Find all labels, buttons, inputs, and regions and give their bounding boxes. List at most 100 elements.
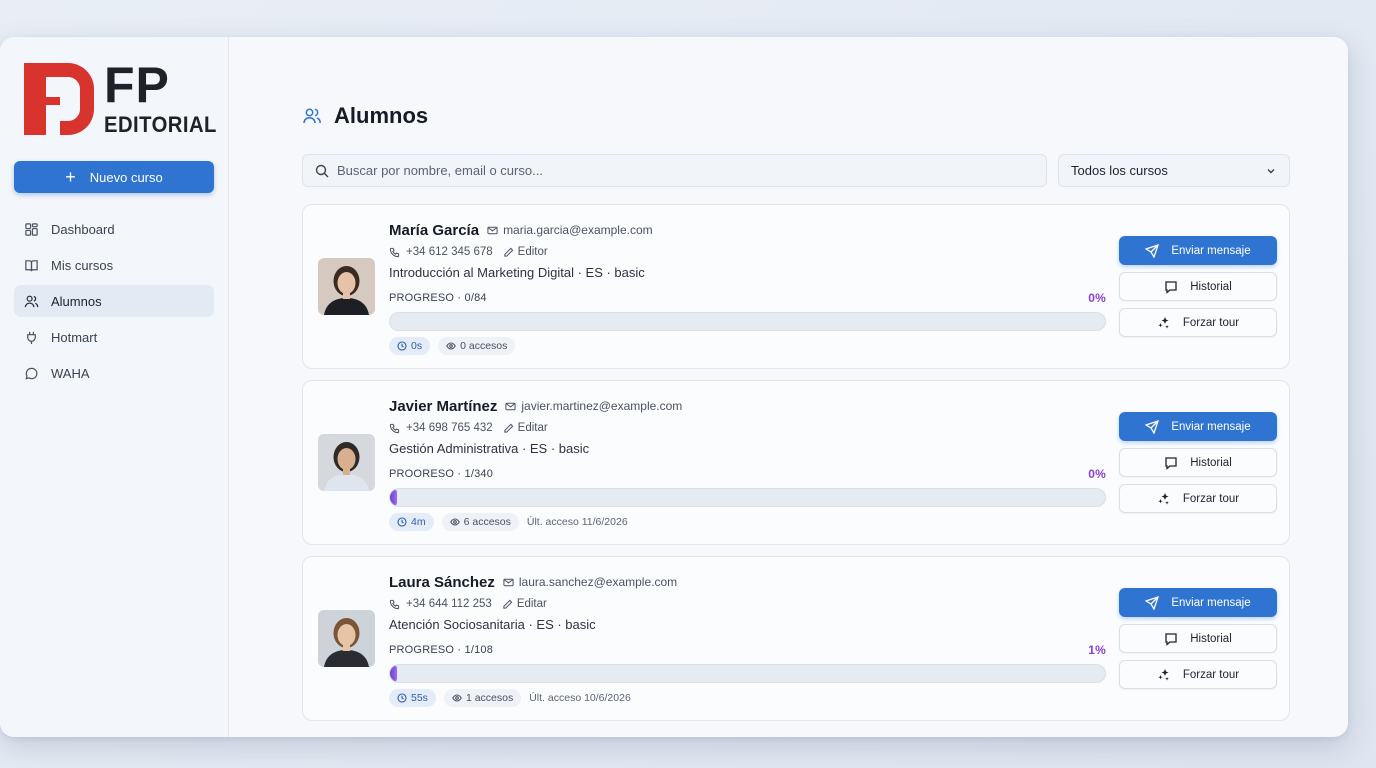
- student-actions: Enviar mensaje Historial Forzar tour: [1119, 236, 1277, 344]
- send-message-button[interactable]: Enviar mensaje: [1119, 236, 1277, 265]
- sparkles-icon: [1158, 668, 1169, 681]
- access-count: 0 accesos: [460, 340, 508, 352]
- send-message-label: Enviar mensaje: [1171, 420, 1251, 433]
- mail-icon: [503, 578, 514, 586]
- force-tour-button[interactable]: Forzar tour: [1119, 484, 1277, 513]
- search-bar[interactable]: [302, 154, 1047, 187]
- phone-icon: [389, 599, 400, 609]
- sidebar-item-label: Mis cursos: [51, 257, 114, 273]
- student-email-text: javier.martinez@example.com: [521, 399, 683, 413]
- course-filter-select[interactable]: Todos los cursos: [1058, 154, 1290, 187]
- student-email-text: maria.garcia@example.com: [503, 223, 653, 237]
- history-label: Historial: [1190, 280, 1232, 293]
- users-icon: [24, 295, 39, 307]
- sidebar-item-label: Hotmart: [51, 329, 98, 345]
- force-tour-label: Forzar tour: [1182, 668, 1240, 681]
- clock-icon: [397, 693, 407, 703]
- progress-bar-fill: [390, 665, 398, 682]
- access-count: 1 accesos: [465, 692, 514, 704]
- access-badge: 0 accesos: [438, 337, 516, 355]
- progress-bar: [389, 488, 1106, 507]
- mail-icon: [487, 226, 498, 234]
- pencil-icon: [503, 599, 513, 609]
- mail-icon: [505, 402, 516, 410]
- sparkles-icon: [1158, 316, 1169, 329]
- sidebar-item-alumnos[interactable]: Alumnos: [14, 285, 214, 317]
- send-message-button[interactable]: Enviar mensaje: [1119, 588, 1277, 617]
- send-message-button[interactable]: Enviar mensaje: [1119, 412, 1277, 441]
- student-email: laura.sanchez@example.com: [503, 575, 677, 589]
- student-phone: +34 612 345 678: [406, 246, 493, 258]
- time-value: 0s: [411, 340, 423, 352]
- course-filter-value: Todos los cursos: [1071, 163, 1168, 178]
- last-access: Últ. acceso 10/6/2026: [529, 692, 631, 704]
- brand-logo[interactable]: FP EDITORIAL: [24, 57, 217, 139]
- sidebar-item-hotmart[interactable]: Hotmart: [14, 321, 214, 353]
- sidebar-item-mis-cursos[interactable]: Mis cursos: [14, 249, 214, 281]
- avatar-photo: [318, 258, 375, 315]
- history-label: Historial: [1190, 456, 1232, 469]
- logo-editorial-text: EDITORIAL: [104, 112, 217, 137]
- progress-label: PROGRESO · 0/84: [389, 292, 487, 304]
- history-button[interactable]: Historial: [1119, 448, 1277, 477]
- student-meta: 55s 1 accesos Últ. acceso 10/6/2026: [389, 689, 1106, 707]
- force-tour-button[interactable]: Forzar tour: [1119, 660, 1277, 689]
- sidebar-item-label: Dashboard: [51, 221, 115, 237]
- book-icon: [25, 259, 38, 271]
- sidebar-item-dashboard[interactable]: Dashboard: [14, 213, 214, 245]
- sidebar-item-waha[interactable]: WAHA: [14, 357, 214, 389]
- time-value: 55s: [411, 692, 428, 704]
- time-value: 4m: [411, 516, 426, 528]
- student-email: maria.garcia@example.com: [487, 223, 653, 237]
- message-square-icon: [1165, 280, 1177, 294]
- student-course: Atención Sociosanitaria · ES · basic: [389, 617, 596, 632]
- main-content: Alumnos Todos los cursos María García: [230, 37, 1348, 737]
- access-badge: 6 accesos: [441, 513, 519, 531]
- pencil-icon: [503, 247, 513, 257]
- send-message-label: Enviar mensaje: [1171, 596, 1251, 609]
- clock-icon: [397, 517, 407, 527]
- force-tour-button[interactable]: Forzar tour: [1119, 308, 1277, 337]
- page-title: Alumnos: [334, 103, 429, 128]
- sidebar: FP EDITORIAL + Nuevo curso Dashboard Mis…: [0, 37, 229, 737]
- send-message-label: Enviar mensaje: [1171, 244, 1251, 257]
- time-badge: 4m: [389, 513, 434, 531]
- logo-fp-text: FP: [104, 57, 170, 113]
- pencil-icon: [503, 423, 513, 433]
- eye-icon: [446, 342, 456, 350]
- chevron-down-icon: [1267, 168, 1275, 173]
- progress-label: PROGRESO · 1/108: [389, 644, 494, 656]
- progress-percent: 0%: [1088, 291, 1106, 305]
- last-access: Últ. acceso 11/6/2026: [526, 516, 628, 528]
- student-actions: Enviar mensaje Historial Forzar tour: [1119, 588, 1277, 696]
- eye-icon: [449, 518, 460, 526]
- student-course: Gestión Administrativa · ES · basic: [389, 441, 590, 456]
- student-name: María García: [389, 221, 480, 239]
- message-square-icon: [1165, 456, 1177, 470]
- page-header: Alumnos: [302, 103, 428, 129]
- new-course-button[interactable]: + Nuevo curso: [14, 161, 214, 193]
- history-label: Historial: [1190, 632, 1232, 645]
- history-button[interactable]: Historial: [1119, 272, 1277, 301]
- edit-link[interactable]: Editar: [502, 598, 547, 610]
- access-count: 6 accesos: [463, 516, 511, 528]
- edit-label: Editar: [516, 598, 547, 610]
- edit-link[interactable]: Editar: [503, 422, 548, 434]
- fp-logo-mark-icon: [24, 63, 94, 135]
- time-badge: 55s: [389, 689, 436, 707]
- access-badge: 1 accesos: [443, 689, 522, 707]
- student-info: Laura Sánchez laura.sanchez@example.com …: [389, 571, 1106, 707]
- sidebar-item-label: WAHA: [51, 365, 90, 381]
- edit-link[interactable]: Editor: [503, 246, 548, 258]
- student-phone: +34 698 765 432: [406, 422, 493, 434]
- student-card: Javier Martínez javier.martinez@example.…: [302, 380, 1290, 545]
- send-icon: [1145, 595, 1160, 610]
- student-info: María García maria.garcia@example.com +3…: [389, 219, 1106, 355]
- avatar: [318, 258, 375, 315]
- student-info: Javier Martínez javier.martinez@example.…: [389, 395, 1106, 531]
- student-card: Laura Sánchez laura.sanchez@example.com …: [302, 556, 1290, 721]
- message-square-icon: [1165, 632, 1177, 646]
- history-button[interactable]: Historial: [1119, 624, 1277, 653]
- avatar-photo: [318, 434, 375, 491]
- search-input[interactable]: [337, 163, 1046, 178]
